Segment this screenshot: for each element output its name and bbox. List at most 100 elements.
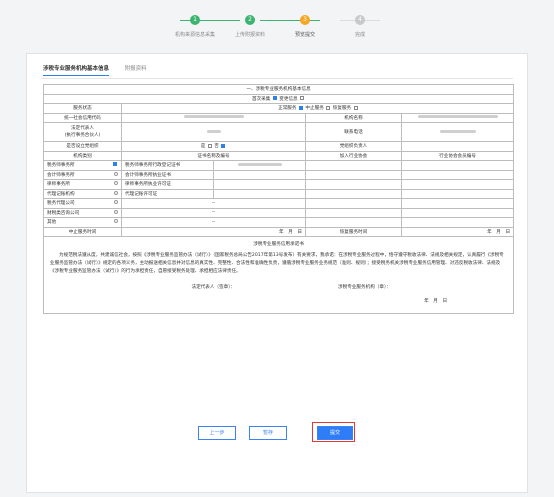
tab-attachments[interactable]: 附报资料 (125, 64, 147, 75)
table-row: 会计师事务所 会计师事务所执业证书 (43, 169, 515, 180)
cert-name: 税务师事务所行政登记证书 (121, 160, 214, 171)
status-normal-label: 正常服务 (278, 106, 297, 112)
org-type-cell: 财税类咨询公司 (43, 207, 122, 218)
org-type-label: 财税类咨询公司 (47, 210, 80, 216)
step-number: 2 (245, 15, 255, 25)
party-org-options: 是 否 (121, 141, 306, 152)
col-org-type: 机构类别 (43, 150, 122, 161)
org-type-label: 会计师事务所 (47, 172, 75, 178)
status-stop-checkbox[interactable] (326, 105, 331, 110)
credit-code-value (121, 112, 306, 123)
commit-body: 为规范税法遵从度，共建诚信社会，按照《涉税专业服务监管办法（试行）》（国家税务总… (50, 253, 504, 274)
org-type-checkbox[interactable] (113, 162, 117, 167)
party-leader-value[interactable] (400, 141, 515, 152)
step-number: 1 (190, 15, 200, 25)
assoc-no-cell[interactable] (400, 188, 515, 199)
org-type-label: 税务代理公司 (47, 201, 75, 207)
tab-basic-info[interactable]: 涉税专业服务机构基本信息 (43, 64, 110, 76)
status-resume-label: 恢复服务 (332, 106, 352, 112)
org-type-cell: 代理记账机构 (43, 188, 122, 199)
assoc-cell[interactable] (305, 179, 402, 190)
step-preview: 3 预览提交 (275, 15, 335, 38)
org-type-radio[interactable] (114, 200, 118, 205)
credit-commitment: 涉税专业服务信用承诺书 为规范税法遵从度，共建诚信社会，按照《涉税专业服务监管办… (42, 236, 515, 314)
org-type-label: 税务师事务所 (47, 163, 75, 169)
cert-name: -- (121, 207, 306, 218)
prev-step-button[interactable]: 上一步 (198, 426, 236, 440)
assoc-no-cell[interactable] (400, 160, 515, 171)
basic-info-form: 一、涉税专业服务机构基本信息 首次采集 变更信息 服务状态 正常服务 中止服务 … (42, 84, 515, 314)
assoc-no-cell[interactable] (400, 198, 515, 209)
tab-divider (41, 78, 513, 79)
page: 1 机构来源信息采集 2 上传附报资料 3 预览提交 4 完成 涉税专业服务机构… (0, 0, 554, 497)
col-assoc-no: 行业协会会员编号 (400, 150, 515, 161)
credit-code-label: 统一社会信用代码 (43, 112, 122, 123)
main-card: 涉税专业服务机构基本信息 附报资料 一、涉税专业服务机构基本信息 首次采集 变更… (26, 53, 528, 493)
cert-name: 会计师事务所执业证书 (121, 169, 214, 180)
org-type-label: 其他 (47, 220, 57, 226)
table-row: 税务代理公司 -- (43, 198, 515, 209)
assoc-cell[interactable] (305, 207, 402, 218)
assoc-no-cell[interactable] (400, 207, 515, 218)
table-row: 税务师事务所 税务师事务所行政登记证书 (43, 160, 515, 171)
assoc-no-cell[interactable] (400, 217, 515, 228)
assoc-cell[interactable] (305, 188, 402, 199)
step-number: 4 (355, 15, 365, 25)
legal-rep-value (121, 122, 306, 142)
cert-name: 律师事务所执业许可证 (121, 179, 214, 190)
org-type-cell: 税务代理公司 (43, 198, 122, 209)
party-no-checkbox[interactable] (221, 143, 226, 148)
org-type-radio[interactable] (114, 219, 118, 224)
suspend-time-value[interactable]: 年 月 日 (121, 226, 306, 237)
first-collect-checkbox[interactable] (272, 96, 277, 101)
org-type-radio[interactable] (114, 190, 118, 195)
party-org-label: 是否设立党组织 (43, 141, 122, 152)
party-yes-checkbox[interactable] (207, 143, 212, 148)
assoc-cell[interactable] (305, 160, 402, 171)
step-label: 预览提交 (294, 32, 315, 38)
sign-org-label: 涉税专业服务机构（章）： (338, 285, 391, 290)
col-cert: 证书名称及编号 (121, 150, 306, 161)
org-type-cell: 会计师事务所 (43, 169, 122, 180)
status-resume-checkbox[interactable] (353, 105, 358, 110)
assoc-no-cell[interactable] (400, 169, 515, 180)
commit-title: 涉税专业服务信用承诺书 (253, 242, 304, 247)
step-label: 机构来源信息采集 (174, 32, 215, 38)
col-assoc: 加入行业协会 (305, 150, 402, 161)
contact-phone-value (400, 122, 515, 142)
assoc-cell[interactable] (305, 198, 402, 209)
org-name-value (400, 112, 515, 123)
org-type-radio[interactable] (114, 181, 118, 186)
submit-highlight-box (312, 422, 355, 442)
cert-number[interactable] (213, 188, 306, 199)
status-normal-checkbox[interactable] (298, 105, 303, 110)
cert-number[interactable] (213, 179, 306, 190)
service-status-options: 正常服务 中止服务 恢复服务 (120, 103, 515, 114)
org-type-label: 代理记账机构 (47, 191, 75, 197)
org-type-radio[interactable] (114, 171, 118, 176)
party-leader-label: 党组织负责人 (305, 141, 402, 152)
assoc-cell[interactable] (305, 217, 402, 228)
assoc-cell[interactable] (305, 169, 402, 180)
table-row: 律师事务所 律师事务所执业许可证 (43, 179, 515, 190)
save-draft-button[interactable]: 暂存 (249, 426, 287, 440)
org-type-cell: 其他 (43, 217, 122, 228)
cert-number[interactable] (213, 169, 306, 180)
cert-name: -- (121, 198, 306, 209)
service-status-label: 服务状态 (43, 103, 122, 114)
org-type-radio[interactable] (114, 209, 118, 214)
commit-signatures: 法定代表人（签章）： 涉税专业服务机构（章）： (50, 284, 507, 292)
contact-phone-label: 联系电话 (305, 122, 402, 142)
cert-name: -- (121, 217, 306, 228)
assoc-no-cell[interactable] (400, 179, 515, 190)
step-upload: 2 上传附报资料 (220, 15, 280, 38)
change-info-checkbox[interactable] (300, 96, 305, 101)
status-stop-label: 中止服务 (305, 106, 324, 112)
sign-legal-label: 法定代表人（签章）： (191, 285, 236, 290)
yes-label: 是 (200, 144, 206, 150)
change-info-label: 变更信息 (279, 96, 298, 102)
section-title: 一、涉税专业服务机构基本信息 (42, 84, 515, 95)
action-bar: 上一步 暂存 提交 (27, 422, 529, 442)
cert-name: 代理记账许可证 (121, 188, 214, 199)
resume-time-value[interactable]: 年 月 日 (400, 226, 515, 237)
